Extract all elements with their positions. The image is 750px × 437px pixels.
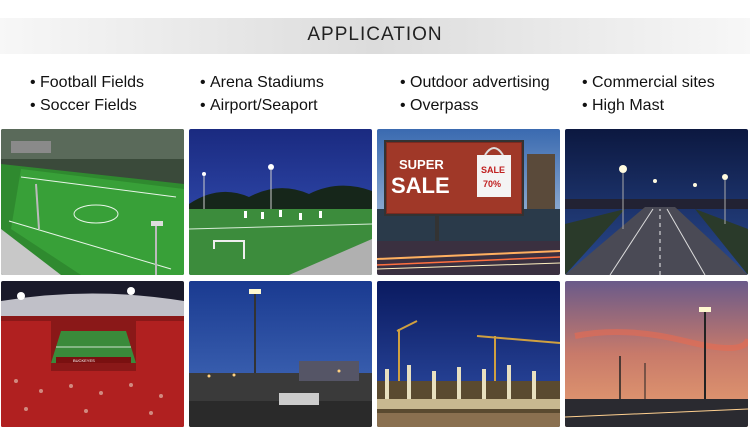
uses-column-3: • Outdoor advertising • Overpass — [400, 71, 550, 117]
svg-text:SUPER: SUPER — [399, 157, 444, 172]
bullet-icon: • — [582, 74, 588, 91]
uses-column-4: • Commercial sites • High Mast — [582, 71, 715, 117]
bullet-icon: • — [200, 97, 206, 114]
use-item: • Arena Stadiums — [200, 71, 324, 94]
photo-airport — [189, 281, 372, 427]
use-item: • Airport/Seaport — [200, 94, 324, 117]
photo-arena-stadium: BUCKEYES — [1, 281, 184, 427]
photo-high-mast — [565, 281, 748, 427]
photo-billboard: SUPER SALE SALE 70% — [377, 129, 560, 275]
use-item: • Overpass — [400, 94, 550, 117]
svg-text:70%: 70% — [483, 179, 501, 189]
bullet-icon: • — [400, 97, 406, 114]
bullet-icon: • — [582, 97, 588, 114]
photo-construction-site — [377, 281, 560, 427]
svg-text:SALE: SALE — [481, 165, 505, 175]
bullet-icon: • — [30, 97, 36, 114]
photo-soccer-night — [189, 129, 372, 275]
use-item: • High Mast — [582, 94, 715, 117]
uses-column-2: • Arena Stadiums • Airport/Seaport — [200, 71, 324, 117]
uses-column-1: • Football Fields • Soccer Fields — [30, 71, 144, 117]
bullet-icon: • — [30, 74, 36, 91]
use-item: • Football Fields — [30, 71, 144, 94]
bullet-icon: • — [200, 74, 206, 91]
page-title: APPLICATION — [307, 24, 443, 45]
svg-text:SALE: SALE — [391, 173, 450, 198]
bullet-icon: • — [400, 74, 406, 91]
photo-overpass — [565, 129, 748, 275]
photo-football-field — [1, 129, 184, 275]
use-item: • Outdoor advertising — [400, 71, 550, 94]
use-item: • Soccer Fields — [30, 94, 144, 117]
use-item: • Commercial sites — [582, 71, 715, 94]
svg-text:BUCKEYES: BUCKEYES — [73, 358, 95, 363]
